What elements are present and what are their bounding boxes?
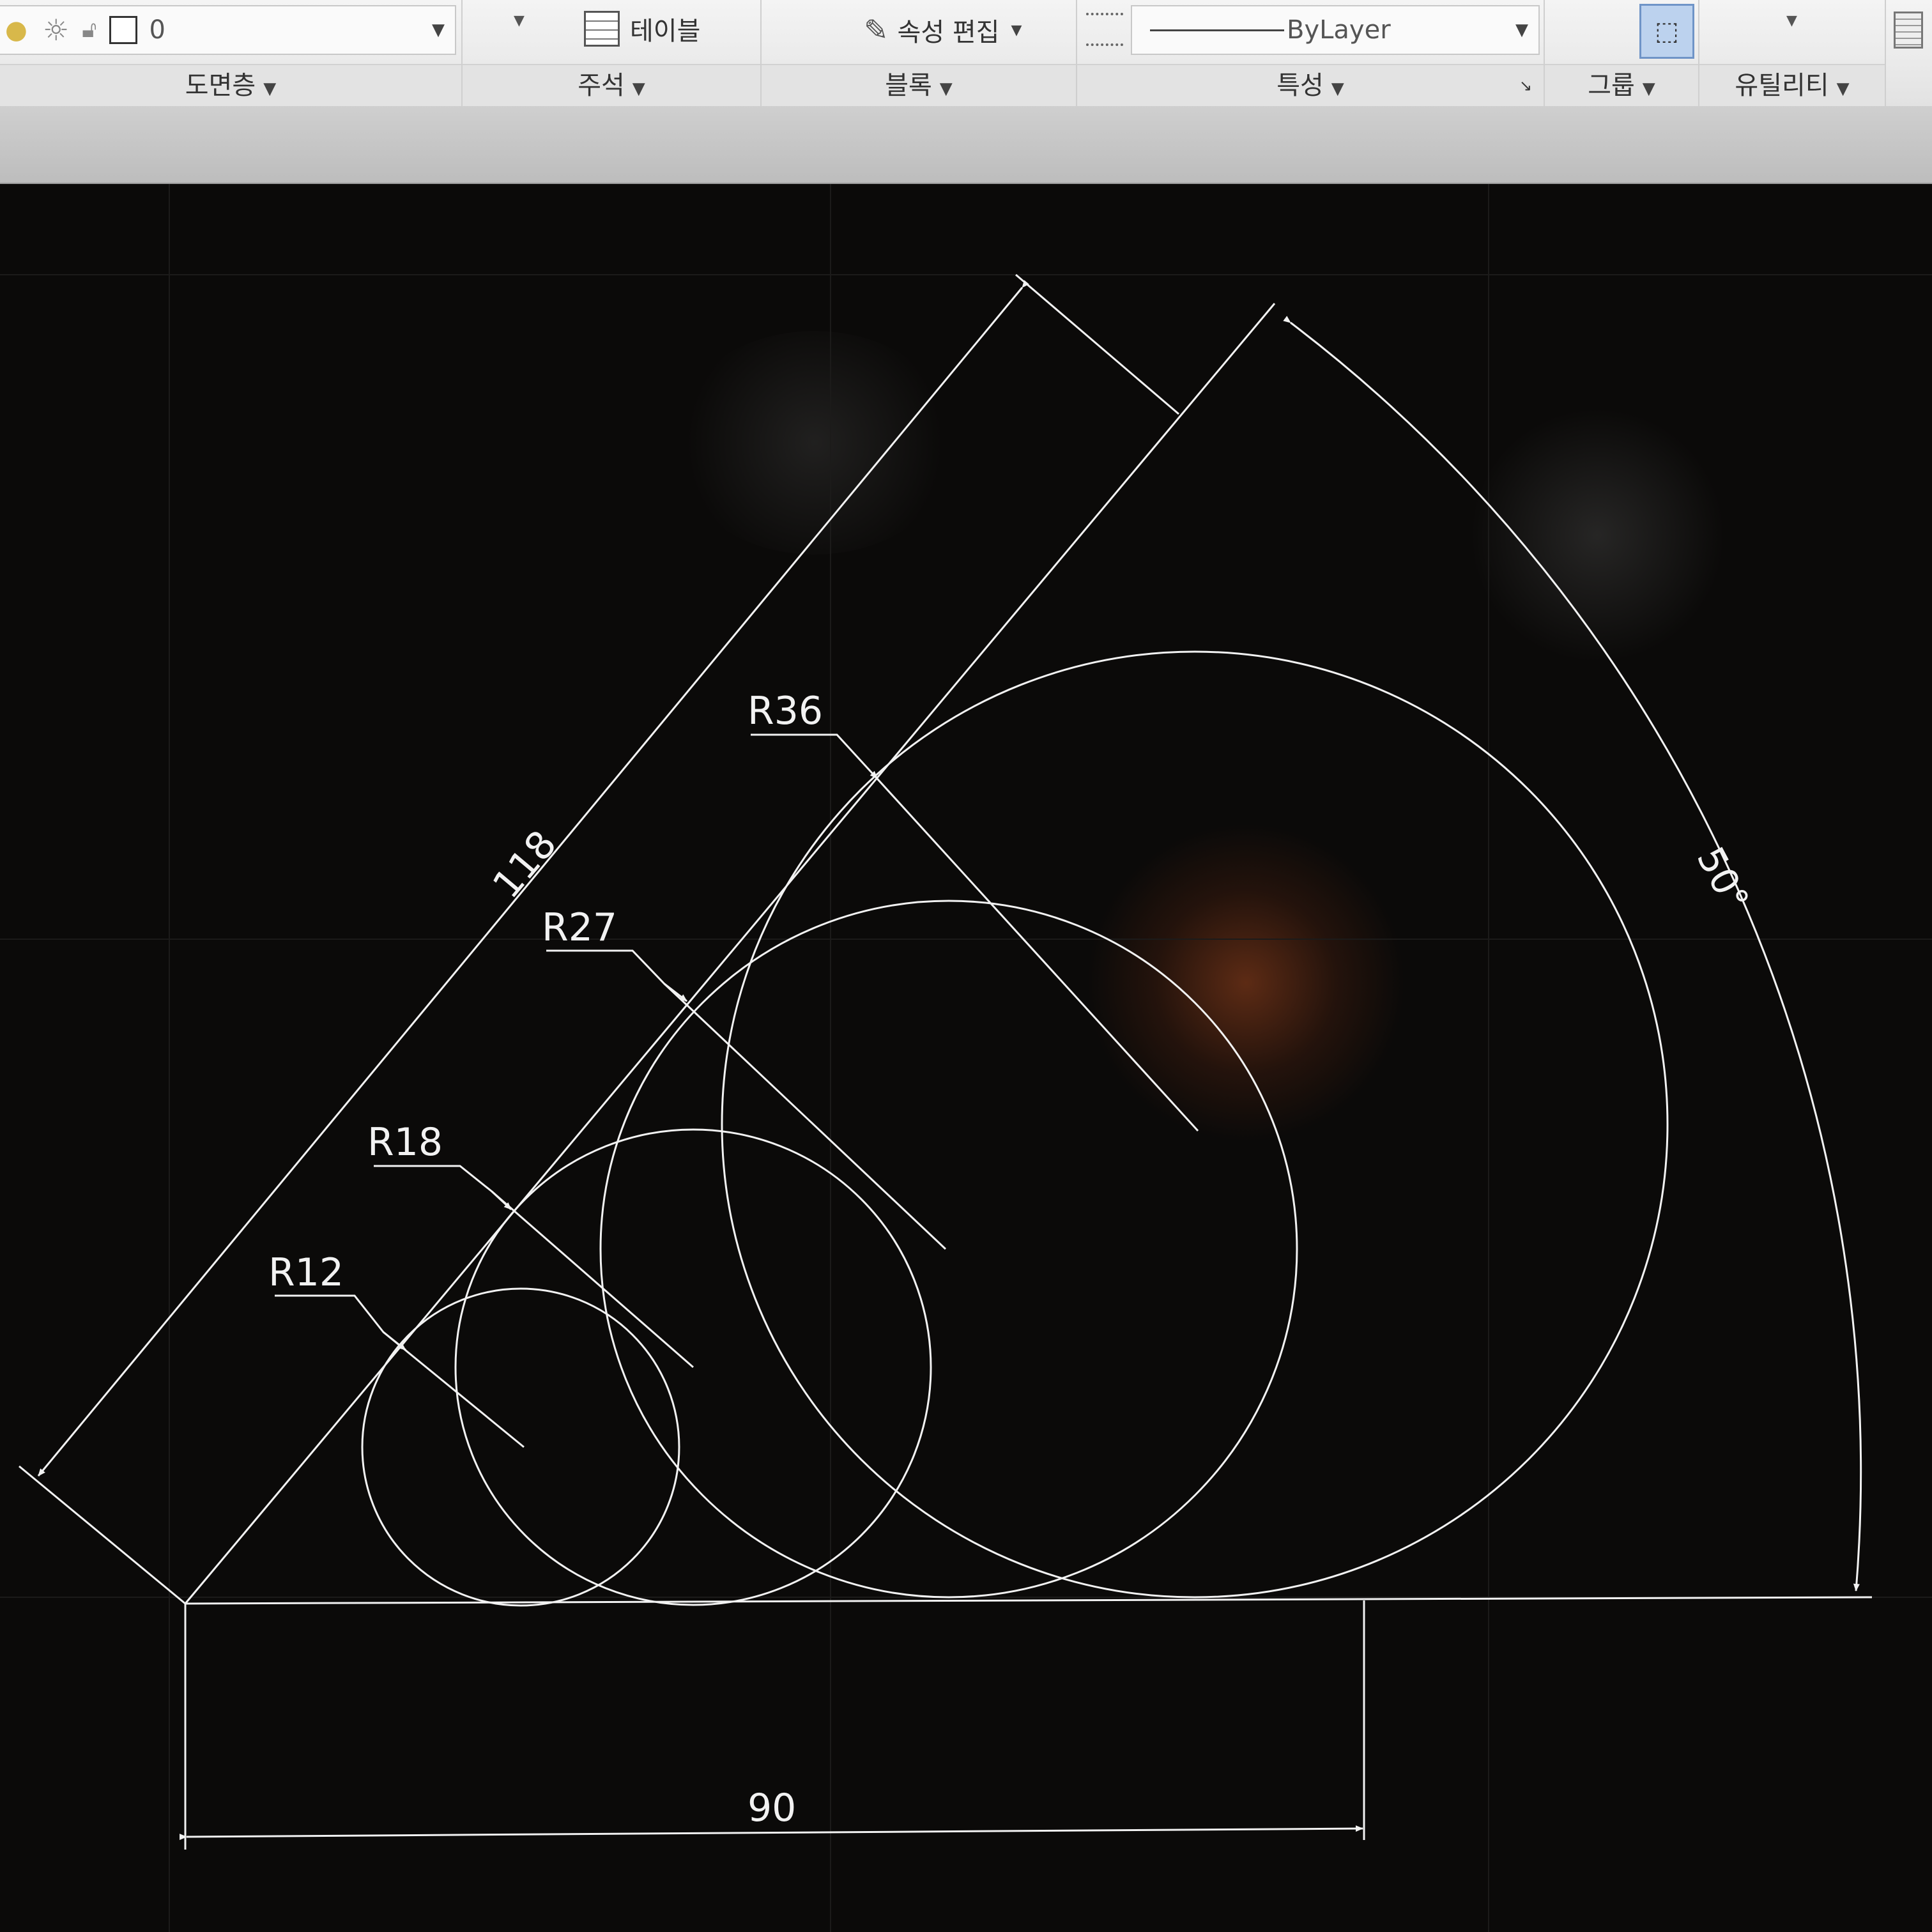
chevron-down-icon: ▼: [632, 79, 645, 98]
calculator-panel: [1886, 0, 1932, 106]
color-swatch-icon: [109, 16, 138, 44]
chevron-down-icon: ▼: [1836, 79, 1850, 98]
annotation-panel-label[interactable]: 주석 ▼: [463, 64, 760, 106]
calculator-icon[interactable]: [1894, 12, 1923, 49]
label-50-deg: 50°: [1689, 840, 1758, 919]
chevron-down-icon: ▼: [514, 13, 525, 29]
chevron-down-icon: ▼: [432, 20, 445, 40]
layer-dropdown[interactable]: ● ☼ 🔓︎ 0 ▼: [0, 5, 456, 55]
chevron-down-icon: ▼: [1515, 20, 1528, 40]
leader-r18[interactable]: [374, 1165, 694, 1368]
slant-line[interactable]: [184, 303, 1276, 1604]
table-label: 테이블: [630, 17, 701, 46]
edit-attributes-button[interactable]: ✎ 속성 편집 ▼: [864, 12, 1022, 49]
edit-attributes-label: 속성 편집: [897, 18, 1000, 47]
chevron-down-icon: ▼: [1331, 79, 1344, 98]
linetype-value: ByLayer: [1287, 15, 1391, 45]
label-r12: R12: [268, 1250, 344, 1295]
utilities-panel: ▼ 유틸리티 ▼: [1699, 0, 1886, 106]
table-icon: [584, 11, 620, 47]
label-118: 118: [484, 822, 565, 907]
annotation-panel: ▼ 테이블 주석 ▼: [463, 0, 762, 106]
extension-line: [1015, 273, 1179, 415]
groups-panel-label[interactable]: 그룹 ▼: [1545, 64, 1698, 106]
group-select-button[interactable]: ⬚: [1639, 4, 1694, 59]
label-r18: R18: [367, 1120, 443, 1165]
block-panel-label[interactable]: 블록 ▼: [762, 64, 1076, 106]
base-line[interactable]: [185, 1596, 1873, 1605]
layer-name: 0: [149, 15, 165, 45]
ribbon: ● ☼ 🔓︎ 0 ▼ 도면층 ▼ ▼ 테이블 주석 ▼ ✎ 속성 편집 ▼ 블록…: [0, 0, 1932, 107]
chevron-down-icon: ▼: [1011, 22, 1022, 38]
label-r27: R27: [542, 905, 617, 950]
table-button[interactable]: 테이블: [584, 10, 700, 47]
properties-panel-label[interactable]: 특성 ▼ ↘: [1077, 64, 1544, 106]
linetype-sample-line: [1150, 29, 1284, 31]
dialog-launcher-icon[interactable]: ↘: [1519, 65, 1532, 106]
layer-panel: ● ☼ 🔓︎ 0 ▼ 도면층 ▼: [0, 0, 463, 106]
block-panel: ✎ 속성 편집 ▼ 블록 ▼: [762, 0, 1077, 106]
label-r36: R36: [747, 689, 823, 733]
chevron-down-icon: ▼: [263, 79, 277, 98]
chevron-down-icon: ▼: [939, 79, 953, 98]
chevron-down-icon: ▼: [1642, 79, 1655, 98]
edit-attributes-icon: ✎: [864, 13, 889, 47]
grid: [0, 184, 1932, 1932]
drawing-svg: R12 R18 R27 R36 118 90 50°: [0, 184, 1932, 1932]
drawing-canvas[interactable]: R12 R18 R27 R36 118 90 50°: [0, 184, 1932, 1932]
leader-r12[interactable]: [275, 1294, 525, 1448]
bulb-icon: ●: [5, 15, 27, 45]
chevron-down-icon: ▼: [1786, 13, 1797, 29]
circle-r27[interactable]: [599, 900, 1298, 1598]
sun-icon: ☼: [42, 13, 70, 47]
layer-panel-label[interactable]: 도면층 ▼: [0, 64, 461, 106]
dimension-arc-50[interactable]: [1283, 316, 1862, 1591]
leader-r36[interactable]: [751, 733, 1199, 1132]
label-90: 90: [747, 1786, 796, 1830]
utilities-panel-label[interactable]: 유틸리티 ▼: [1699, 64, 1885, 106]
properties-panel: ByLayer ▼ 특성 ▼ ↘: [1077, 0, 1545, 106]
linetype-dropdown[interactable]: ByLayer ▼: [1131, 5, 1540, 55]
linetype-icon: [1086, 13, 1123, 46]
extension-line: [19, 1465, 186, 1605]
ribbon-bottom-strip: [0, 106, 1932, 184]
groups-panel: ⬚ 그룹 ▼: [1545, 0, 1699, 106]
lock-icon: 🔓︎: [82, 17, 97, 43]
group-select-icon: ⬚: [1655, 17, 1679, 46]
